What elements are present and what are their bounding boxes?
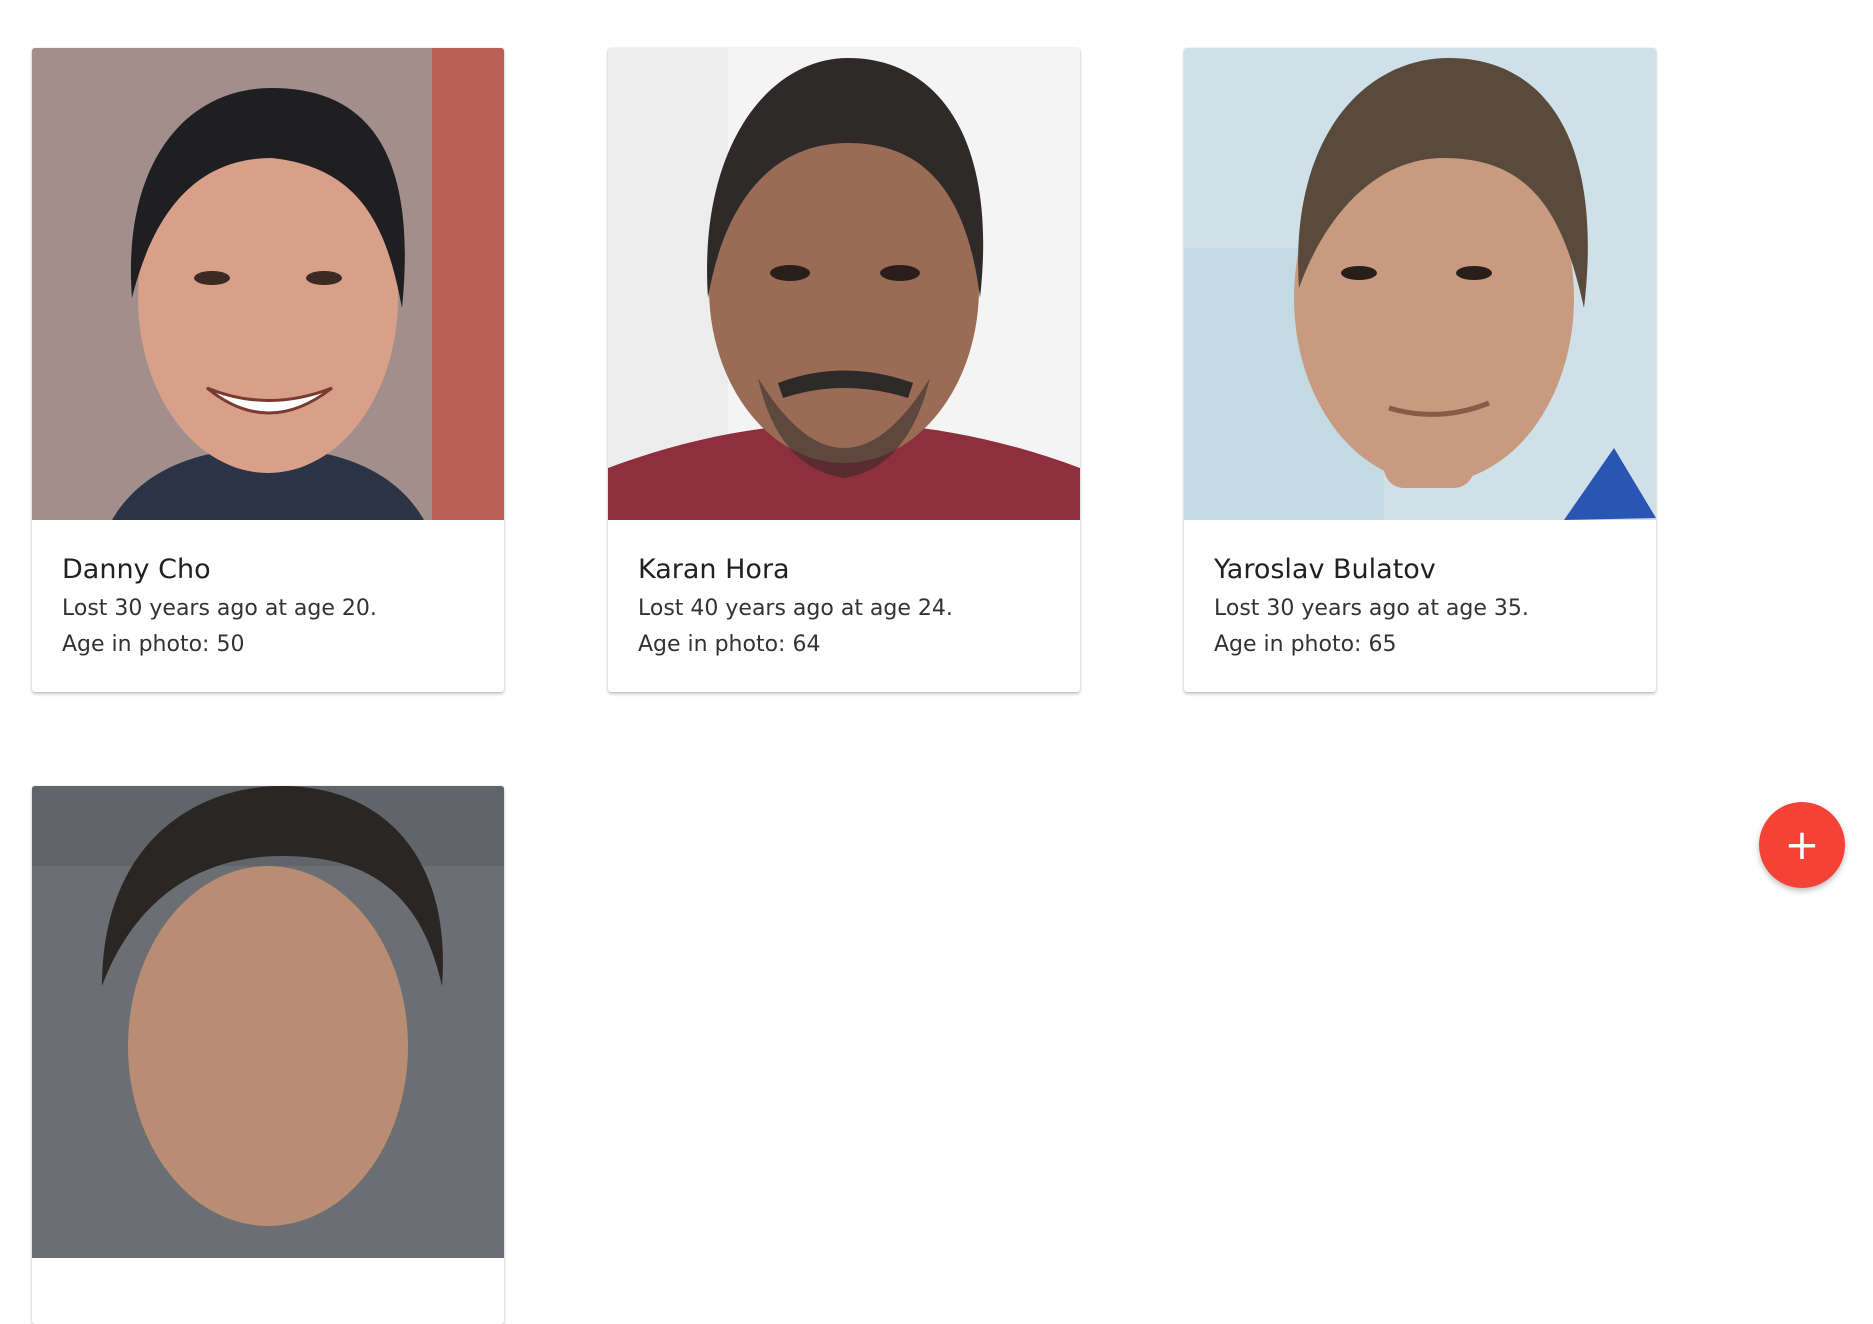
person-name: Karan Hora xyxy=(638,554,790,585)
person-age-text: Age in photo: 50 xyxy=(62,632,245,657)
plus-icon: + xyxy=(1784,820,1820,869)
person-lost-text: Lost 40 years ago at age 24. xyxy=(638,596,953,621)
person-card[interactable]: Danny Cho Lost 30 years ago at age 20. A… xyxy=(32,48,504,692)
person-photo xyxy=(32,48,504,520)
person-lost-text: Lost 30 years ago at age 35. xyxy=(1214,596,1529,621)
person-age-text: Age in photo: 64 xyxy=(638,632,821,657)
person-card[interactable]: Yaroslav Bulatov Lost 30 years ago at ag… xyxy=(1184,48,1656,692)
person-info: Danny Cho Lost 30 years ago at age 20. A… xyxy=(32,520,504,692)
people-card-grid: Danny Cho Lost 30 years ago at age 20. A… xyxy=(0,0,1873,1324)
person-card[interactable] xyxy=(32,786,504,1324)
person-name: Danny Cho xyxy=(62,554,211,585)
person-info xyxy=(32,1258,504,1324)
person-info: Karan Hora Lost 40 years ago at age 24. … xyxy=(608,520,1080,692)
add-person-button[interactable]: + xyxy=(1759,802,1845,888)
person-age-text: Age in photo: 65 xyxy=(1214,632,1397,657)
person-info: Yaroslav Bulatov Lost 30 years ago at ag… xyxy=(1184,520,1656,692)
person-lost-text: Lost 30 years ago at age 20. xyxy=(62,596,377,621)
person-photo xyxy=(1184,48,1656,520)
person-card[interactable]: Karan Hora Lost 40 years ago at age 24. … xyxy=(608,48,1080,692)
person-photo xyxy=(608,48,1080,520)
person-name: Yaroslav Bulatov xyxy=(1214,554,1436,585)
person-photo xyxy=(32,786,504,1258)
